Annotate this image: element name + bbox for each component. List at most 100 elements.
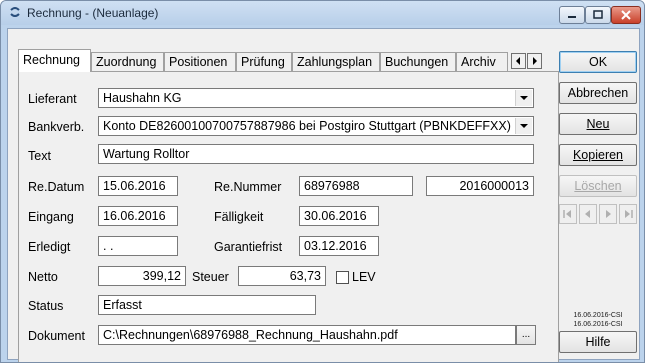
last-icon	[625, 210, 633, 218]
lieferant-dropdown-button[interactable]	[515, 90, 532, 106]
record-navigation	[559, 204, 637, 224]
kopieren-button[interactable]: Kopieren	[559, 144, 637, 166]
tab-scroll-right-button[interactable]	[527, 53, 542, 69]
lieferant-label: Lieferant	[28, 92, 77, 106]
faelligkeit-input[interactable]: 30.06.2016	[299, 206, 379, 226]
re-datum-value: 15.06.2016	[103, 179, 166, 193]
status-value: Erfasst	[103, 298, 142, 312]
browse-document-button[interactable]: ...	[516, 325, 536, 345]
tab-label: Rechnung	[23, 53, 80, 67]
loeschen-button[interactable]: Löschen	[559, 175, 637, 197]
dialog-client: Rechnung Zuordnung Positionen Prüfung Za…	[7, 28, 640, 362]
re-datum-input[interactable]: 15.06.2016	[98, 176, 178, 196]
ok-button[interactable]: OK	[559, 51, 637, 73]
garantiefrist-value: 03.12.2016	[304, 239, 367, 253]
bankverb-value: Konto DE82600100700757887986 bei Postgir…	[103, 119, 511, 133]
lieferant-value: Haushahn KG	[103, 91, 182, 105]
re-nummer-intern-field[interactable]: 2016000013	[426, 176, 534, 196]
hilfe-label: Hilfe	[585, 335, 611, 349]
maximize-button[interactable]	[585, 6, 611, 24]
neu-button[interactable]: Neu	[559, 113, 637, 135]
first-icon	[563, 210, 571, 218]
dokument-input[interactable]: C:\Rechnungen\68976988_Rechnung_Haushahn…	[98, 325, 516, 345]
chevron-down-icon	[520, 124, 528, 128]
close-button[interactable]	[611, 6, 641, 24]
tab-scroll-left-button[interactable]	[511, 53, 526, 69]
browse-label: ...	[521, 329, 531, 340]
text-label: Text	[28, 149, 51, 163]
arrow-left-icon	[516, 57, 520, 65]
text-input[interactable]: Wartung Rolltor	[98, 144, 534, 164]
version-info: 16.06.2016-CSI	[573, 321, 623, 328]
erledigt-input[interactable]: . .	[98, 236, 178, 256]
arrow-right-icon	[533, 57, 537, 65]
steuer-input[interactable]: 63,73	[238, 266, 326, 286]
lev-checkbox[interactable]	[336, 271, 349, 284]
next-icon	[606, 210, 611, 218]
minimize-icon	[568, 16, 576, 18]
faelligkeit-value: 30.06.2016	[304, 209, 367, 223]
previous-record-button[interactable]	[579, 204, 597, 224]
re-nummer-input[interactable]: 68976988	[299, 176, 413, 196]
bankverb-dropdown-button[interactable]	[515, 118, 532, 134]
chevron-down-icon	[520, 96, 528, 100]
re-nummer-intern-value: 2016000013	[459, 179, 529, 193]
re-datum-label: Re.Datum	[28, 180, 85, 194]
re-nummer-value: 68976988	[304, 179, 360, 193]
status-label: Status	[28, 299, 64, 313]
re-nummer-label: Re.Nummer	[214, 180, 282, 194]
tab-label: Buchungen	[385, 55, 449, 69]
garantiefrist-label: Garantiefrist	[214, 240, 283, 254]
steuer-label: Steuer	[192, 270, 229, 284]
maximize-icon	[593, 10, 603, 19]
text-value: Wartung Rolltor	[103, 147, 190, 161]
netto-value: 399,12	[142, 269, 181, 283]
erledigt-value: . .	[103, 239, 114, 253]
tab-label: Positionen	[169, 55, 228, 69]
tab-archiv[interactable]: Archiv	[456, 52, 508, 71]
tab-zuordnung[interactable]: Zuordnung	[91, 52, 164, 71]
close-icon	[621, 10, 631, 20]
tab-rechnung[interactable]: Rechnung	[18, 49, 91, 72]
netto-label: Netto	[28, 270, 58, 284]
tab-pruefung[interactable]: Prüfung	[236, 52, 292, 71]
dokument-value: C:\Rechnungen\68976988_Rechnung_Haushahn…	[103, 328, 398, 342]
erledigt-label: Erledigt	[28, 240, 71, 254]
garantiefrist-input[interactable]: 03.12.2016	[299, 236, 379, 256]
window-title: Rechnung - (Neuanlage)	[27, 6, 159, 20]
version-info: 16.06.2016-CSI	[573, 312, 623, 319]
tab-buchungen[interactable]: Buchungen	[380, 52, 456, 71]
first-record-button[interactable]	[559, 204, 577, 224]
eingang-input[interactable]: 16.06.2016	[98, 206, 178, 226]
status-field[interactable]: Erfasst	[98, 295, 316, 315]
tab-zahlungsplan[interactable]: Zahlungsplan	[292, 52, 380, 71]
kopieren-label: Kopieren	[572, 148, 624, 162]
previous-icon	[585, 210, 590, 218]
neu-label: Neu	[586, 117, 610, 131]
abbrechen-button[interactable]: Abbrechen	[559, 82, 637, 104]
tab-label: Prüfung	[241, 55, 285, 69]
tab-label: Zuordnung	[96, 55, 157, 69]
dokument-label: Dokument	[28, 329, 85, 343]
bankverb-combobox[interactable]: Konto DE82600100700757887986 bei Postgir…	[98, 116, 534, 136]
minimize-button[interactable]	[559, 6, 585, 24]
last-record-button[interactable]	[619, 204, 637, 224]
abbrechen-label: Abbrechen	[567, 86, 629, 100]
next-record-button[interactable]	[599, 204, 617, 224]
eingang-label: Eingang	[28, 210, 74, 224]
bankverb-label: Bankverb.	[28, 120, 85, 134]
ok-label: OK	[588, 55, 608, 69]
title-bar[interactable]: Rechnung - (Neuanlage)	[1, 1, 644, 25]
app-icon	[10, 7, 20, 17]
steuer-value: 63,73	[289, 269, 321, 283]
hilfe-button[interactable]: Hilfe	[559, 331, 637, 353]
netto-input[interactable]: 399,12	[98, 266, 186, 286]
lev-label: LEV	[352, 270, 376, 284]
loeschen-label: Löschen	[574, 179, 622, 193]
faelligkeit-label: Fälligkeit	[214, 210, 264, 224]
eingang-value: 16.06.2016	[103, 209, 166, 223]
tab-label: Archiv	[461, 55, 496, 69]
lieferant-combobox[interactable]: Haushahn KG	[98, 88, 534, 108]
application-window: Rechnung - (Neuanlage) Rechnung Zuordnun…	[0, 0, 645, 363]
tab-positionen[interactable]: Positionen	[164, 52, 236, 71]
